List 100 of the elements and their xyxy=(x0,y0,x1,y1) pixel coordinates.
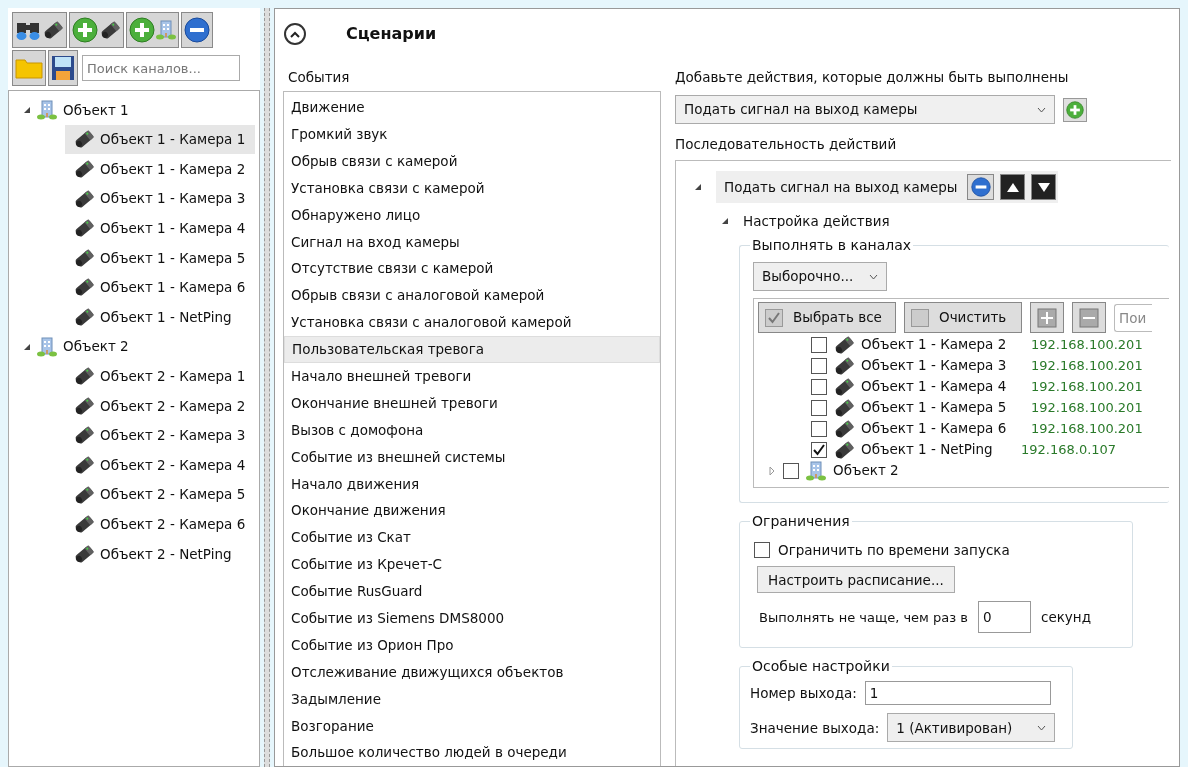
clear-button[interactable]: Очистить xyxy=(904,302,1022,333)
event-item[interactable]: Событие из Скат xyxy=(284,524,660,551)
tree-label: Объект 2 - Камера 3 xyxy=(100,426,246,446)
event-item[interactable]: Установка связи с камерой xyxy=(284,174,660,202)
add-action-button[interactable] xyxy=(1063,97,1087,122)
settings-label: Настройка действия xyxy=(743,211,890,231)
checkbox[interactable] xyxy=(754,542,770,559)
event-item[interactable]: Событие из внешней системы xyxy=(284,443,660,471)
building-icon xyxy=(806,460,826,481)
output-value-dropdown[interactable]: 1 (Активирован) xyxy=(887,713,1056,743)
tree-item[interactable]: Объект 2 - Камера 4 xyxy=(65,450,255,480)
save-button[interactable] xyxy=(48,50,78,86)
checkbox[interactable] xyxy=(811,441,827,458)
event-item[interactable]: Начало движения xyxy=(284,470,660,498)
tree-item[interactable]: Объект 2 - NetPing xyxy=(65,538,255,569)
event-item[interactable]: Обнаружено лицо xyxy=(284,201,660,229)
remove-action-button[interactable] xyxy=(967,174,995,200)
building-icon xyxy=(37,336,57,357)
interval-label: Выполнять не чаще, чем раз в xyxy=(759,608,968,627)
collapse-arrow-icon[interactable] xyxy=(23,342,31,351)
search-field[interactable]: Поиск каналов... xyxy=(82,55,240,81)
tree-item[interactable]: Объект 2 - Камера 5 xyxy=(65,479,255,510)
checkbox[interactable] xyxy=(811,399,827,416)
checkbox[interactable] xyxy=(811,420,827,437)
event-item[interactable]: Отслеживание движущихся объектов xyxy=(284,658,660,686)
event-item[interactable]: Возгорание xyxy=(284,712,660,740)
tree-item[interactable]: Объект 1 - Камера 2 xyxy=(65,154,255,184)
collapse-arrow-icon[interactable] xyxy=(721,217,729,225)
checkbox[interactable] xyxy=(811,357,827,374)
checkbox[interactable] xyxy=(811,336,827,353)
tree-item[interactable]: Объект 2 - Камера 3 xyxy=(65,420,255,451)
collapse-arrow-icon[interactable] xyxy=(23,105,31,114)
channel-ip: 192.168.100.201 xyxy=(1031,398,1143,417)
event-item[interactable]: Сигнал на вход камеры xyxy=(284,228,660,256)
add-camera-button[interactable] xyxy=(69,12,124,48)
channel-search-field[interactable]: Пои xyxy=(1114,303,1152,332)
event-item[interactable]: Движение xyxy=(284,93,660,121)
event-item[interactable]: Задымление xyxy=(284,685,660,713)
tree-item[interactable]: Объект 2 xyxy=(9,331,259,362)
collapse-button[interactable] xyxy=(284,23,306,45)
tree-item[interactable]: Объект 1 xyxy=(9,95,259,125)
tree-item[interactable]: Объект 2 - Камера 1 xyxy=(65,361,255,391)
event-item[interactable]: Событие из Siemens DMS8000 xyxy=(284,604,660,632)
interval-field[interactable]: 0 xyxy=(977,601,1031,634)
tree-label: Объект 2 - Камера 6 xyxy=(100,515,246,534)
channel-label: Объект 1 - Камера 5 xyxy=(861,398,1008,418)
sequence-label: Последовательность действий xyxy=(675,135,898,154)
tree-label: Объект 2 - Камера 4 xyxy=(100,455,246,475)
channel-label: Объект 1 - NetPing xyxy=(861,440,994,460)
group-title: Особые настройки xyxy=(750,657,892,676)
tree-item[interactable]: Объект 2 - Камера 6 xyxy=(65,509,255,539)
channel-label: Объект 1 - Камера 3 xyxy=(861,356,1008,376)
event-item[interactable]: Вызов с домофона xyxy=(284,416,660,444)
event-item[interactable]: Отсутствие связи с камерой xyxy=(284,255,660,282)
event-item[interactable]: Обрыв связи с камерой xyxy=(284,147,660,175)
binoculars-camera-button[interactable] xyxy=(12,12,67,48)
event-item[interactable]: Событие RusGuard xyxy=(284,577,660,605)
tree-item[interactable]: Объект 2 - Камера 2 xyxy=(65,390,255,421)
event-item[interactable]: Окончание внешней тревоги xyxy=(284,389,660,417)
event-item[interactable]: Событие из Орион Про xyxy=(284,631,660,659)
event-item[interactable]: Начало внешней тревоги xyxy=(284,362,660,390)
event-item[interactable]: Окончание движения xyxy=(284,497,660,524)
event-item[interactable]: Громкий звук xyxy=(284,120,660,148)
chevron-icon xyxy=(290,30,300,38)
interval-unit: секунд xyxy=(1040,608,1091,628)
move-down-button[interactable] xyxy=(1031,174,1057,200)
channel-ip: 192.168.100.201 xyxy=(1031,335,1143,354)
channel-ip: 192.168.100.201 xyxy=(1031,356,1143,375)
action-dropdown[interactable]: Подать сигнал на выход камеры xyxy=(675,95,1055,124)
action-item[interactable]: Подать сигнал на выход камеры xyxy=(716,171,1059,203)
tree-item[interactable]: Объект 1 - Камера 3 xyxy=(65,183,255,214)
save-icon xyxy=(51,55,75,81)
tree-item[interactable]: Объект 1 - Камера 5 xyxy=(65,242,255,273)
checkbox[interactable] xyxy=(783,462,799,479)
tree-item[interactable]: Объект 1 - Камера 6 xyxy=(65,272,255,303)
select-all-button[interactable]: Выбрать все xyxy=(758,302,896,333)
tree-label: Объект 1 - NetPing xyxy=(100,307,232,327)
event-item[interactable]: Событие из Кречет-С xyxy=(284,550,660,578)
expand-all-button[interactable] xyxy=(1030,302,1064,333)
expand-arrow-icon[interactable] xyxy=(768,466,776,475)
plus-square-icon xyxy=(1037,307,1057,328)
output-number-field[interactable]: 1 xyxy=(864,681,1051,706)
event-item[interactable]: Пользовательская тревога xyxy=(284,335,660,363)
tree-item[interactable]: Объект 1 - Камера 1 xyxy=(65,124,255,155)
event-item[interactable]: Обрыв связи с аналоговой камерой xyxy=(284,281,660,309)
tree-item[interactable]: Объект 1 - NetPing xyxy=(65,302,255,332)
channel-label: Объект 1 - Камера 6 xyxy=(861,419,1008,439)
event-item[interactable]: Большое количество людей в очереди xyxy=(284,739,660,766)
collapse-arrow-icon[interactable] xyxy=(694,183,702,191)
move-up-button[interactable] xyxy=(1000,174,1026,200)
collapse-all-button[interactable] xyxy=(1072,302,1106,333)
tree-item[interactable]: Объект 1 - Камера 4 xyxy=(65,213,255,243)
add-object-button[interactable] xyxy=(126,12,179,48)
mode-dropdown[interactable]: Выборочно... xyxy=(753,262,887,291)
down-triangle-icon xyxy=(1037,182,1050,192)
checkbox[interactable] xyxy=(811,378,827,395)
schedule-button[interactable]: Настроить расписание... xyxy=(757,566,955,594)
event-item[interactable]: Установка связи с аналоговой камерой xyxy=(284,308,660,336)
remove-button[interactable] xyxy=(181,12,213,48)
tree-label: Объект 1 - Камера 3 xyxy=(100,189,246,209)
